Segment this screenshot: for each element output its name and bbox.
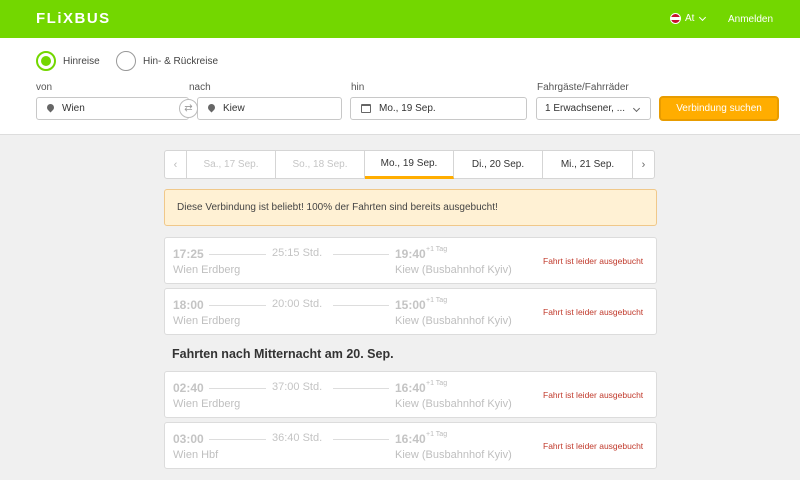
timeline-divider (333, 439, 389, 440)
departure-time: 18:00 (173, 298, 204, 312)
passengers-value: 1 Erwachsener, ... (545, 103, 626, 114)
roundtrip-label: Hin- & Rückreise (143, 55, 219, 67)
popularity-alert: Diese Verbindung ist beliebt! 100% der F… (164, 189, 657, 226)
roundtrip-radio[interactable]: Hin- & Rückreise (116, 51, 218, 71)
ride-card[interactable]: 18:00 20:00 Std. 15:00 +1 Tag Wien Erdbe… (164, 288, 657, 335)
arrival-station: Kiew (Busbahnhof Kyiv) (395, 398, 512, 410)
swap-direction-button[interactable]: ⇄ (179, 99, 198, 118)
timeline-divider (209, 305, 266, 306)
timeline-divider (333, 305, 389, 306)
to-value: Kiew (223, 103, 245, 114)
departure-station: Wien Erdberg (173, 315, 241, 327)
ride-duration: 25:15 Std. (272, 247, 323, 259)
departure-station: Wien Erdberg (173, 398, 241, 410)
date-tab-sun-18: So., 18 Sep. (276, 150, 365, 179)
sold-out-status: Fahrt ist leider ausgebucht (543, 390, 644, 400)
day-offset: +1 Tag (426, 246, 448, 253)
date-field[interactable]: Mo., 19 Sep. (350, 97, 527, 120)
austria-flag-icon (670, 13, 681, 24)
search-button[interactable]: Verbindung suchen (659, 96, 779, 121)
arrival-station: Kiew (Busbahnhof Kyiv) (395, 264, 512, 276)
top-bar: FLiXBUS At Anmelden (0, 0, 800, 38)
timeline-divider (333, 254, 389, 255)
departure-station: Wien Hbf (173, 449, 219, 461)
from-value: Wien (62, 103, 85, 114)
timeline-divider (333, 388, 389, 389)
ride-duration: 20:00 Std. (272, 298, 323, 310)
date-tab-mon-19[interactable]: Mo., 19 Sep. (365, 150, 454, 179)
ride-card[interactable]: 17:25 25:15 Std. 19:40 +1 Tag Wien Erdbe… (164, 237, 657, 284)
timeline-divider (209, 254, 266, 255)
timeline-divider (209, 439, 266, 440)
date-tab-tue-20[interactable]: Di., 20 Sep. (454, 150, 543, 179)
flixbus-logo[interactable]: FLiXBUS (36, 10, 111, 27)
date-label: hin (351, 82, 365, 93)
calendar-icon (361, 104, 371, 113)
location-pin-icon (47, 104, 54, 114)
ride-card[interactable]: 02:40 37:00 Std. 16:40 +1 Tag Wien Erdbe… (164, 371, 657, 418)
from-field[interactable]: Wien (36, 97, 189, 120)
language-selector[interactable]: At (670, 13, 707, 24)
date-tab-wed-21[interactable]: Mi., 21 Sep. (543, 150, 632, 179)
previous-date-button[interactable]: ‹ (164, 150, 187, 179)
ride-duration: 36:40 Std. (272, 432, 323, 444)
after-midnight-heading: Fahrten nach Mitternacht am 20. Sep. (172, 347, 394, 361)
passengers-label: Fahrgäste/Fahrräder (537, 82, 629, 93)
day-offset: +1 Tag (426, 380, 448, 387)
location-pin-icon (208, 104, 215, 114)
arrival-time: 16:40 (395, 432, 426, 446)
sold-out-status: Fahrt ist leider ausgebucht (543, 256, 644, 266)
timeline-divider (209, 388, 266, 389)
date-tab-sat-17: Sa., 17 Sep. (187, 150, 276, 179)
sold-out-status: Fahrt ist leider ausgebucht (543, 441, 644, 451)
day-offset: +1 Tag (426, 431, 448, 438)
radio-unselected-icon (116, 51, 136, 71)
departure-time: 03:00 (173, 432, 204, 446)
oneway-radio[interactable]: Hinreise (36, 51, 100, 71)
oneway-label: Hinreise (63, 55, 100, 67)
date-navigation: ‹ Sa., 17 Sep. So., 18 Sep. Mo., 19 Sep.… (164, 150, 657, 179)
language-label: At (685, 13, 695, 24)
passengers-select[interactable]: 1 Erwachsener, ... (536, 97, 651, 120)
departure-time: 02:40 (173, 381, 204, 395)
search-panel: Hinreise Hin- & Rückreise von nach hin F… (0, 38, 800, 135)
departure-time: 17:25 (173, 247, 204, 261)
from-label: von (36, 82, 53, 93)
departure-station: Wien Erdberg (173, 264, 241, 276)
arrival-time: 16:40 (395, 381, 426, 395)
date-value: Mo., 19 Sep. (379, 103, 436, 114)
chevron-down-icon (632, 104, 641, 113)
login-link[interactable]: Anmelden (728, 14, 773, 25)
to-field[interactable]: Kiew (197, 97, 342, 120)
next-date-button[interactable]: › (632, 150, 655, 179)
ride-duration: 37:00 Std. (272, 381, 323, 393)
chevron-down-icon (699, 13, 707, 21)
day-offset: +1 Tag (426, 297, 448, 304)
ride-card[interactable]: 03:00 36:40 Std. 16:40 +1 Tag Wien Hbf K… (164, 422, 657, 469)
arrival-time: 19:40 (395, 247, 426, 261)
arrival-time: 15:00 (395, 298, 426, 312)
arrival-station: Kiew (Busbahnhof Kyiv) (395, 315, 512, 327)
radio-selected-icon (36, 51, 56, 71)
arrival-station: Kiew (Busbahnhof Kyiv) (395, 449, 512, 461)
sold-out-status: Fahrt ist leider ausgebucht (543, 307, 644, 317)
to-label: nach (189, 82, 211, 93)
